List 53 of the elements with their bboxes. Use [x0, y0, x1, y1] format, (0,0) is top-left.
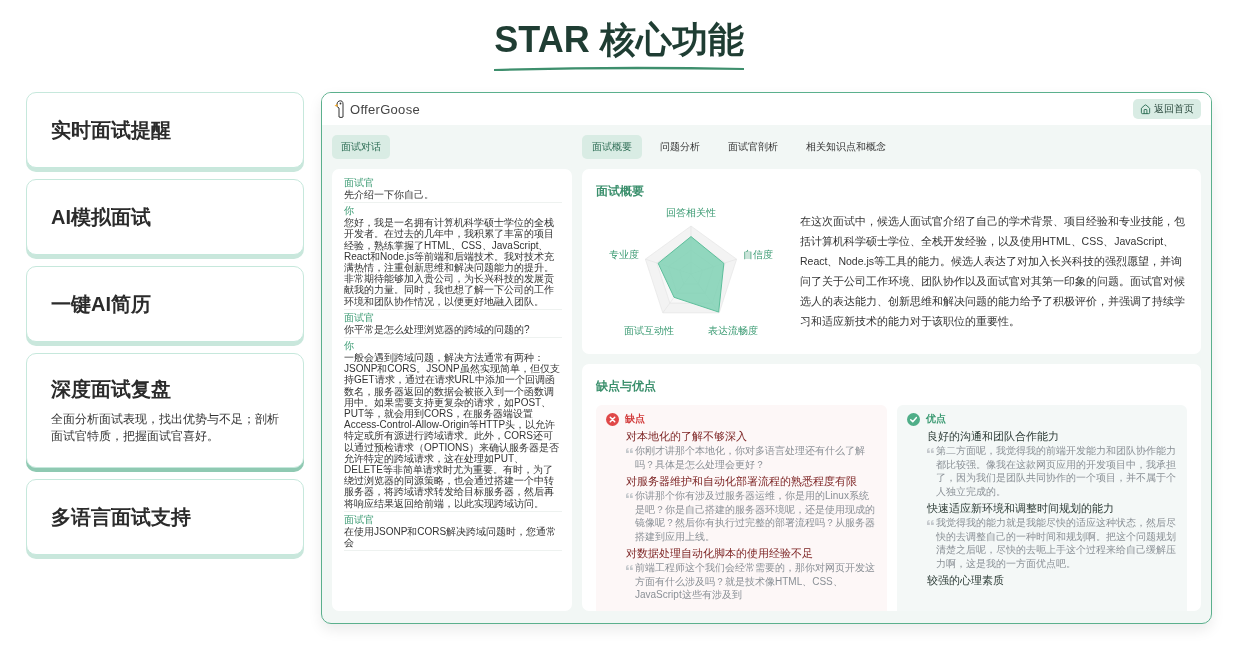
speaker-name: 你 — [344, 340, 355, 353]
summary-text: 在这次面试中，候选人面试官介绍了自己的学术背景、项目经验和专业技能，包括计算机科学硕士学位、全栈开发经验，以及使用HTML、CSS、JavaScript、React、Node.js等工具的能力。候选人表达了对加入长兴科技的强烈愿望，并询问了关于公司工作环境、团队协作以及面试官对其第一印象的问题。面试官对候选人的表达能力、创新思维和解决问题的能力给予了积极评价，并强调了持续学习和适应新技术的能力对于该职位的重要性。 — [800, 214, 1186, 329]
feature-title: AI模拟面试 — [51, 204, 152, 230]
home-button[interactable]: 返回首页 — [1133, 99, 1201, 119]
chat-message: 你平常是怎么处理浏览器的跨域的问题的? — [344, 323, 531, 336]
quote-icon — [626, 448, 633, 453]
axis-label: 自信度 — [743, 249, 773, 260]
axis-label: 表达流畅度 — [708, 325, 758, 336]
quote-icon — [926, 448, 934, 453]
tab[interactable]: 问题分析 — [650, 135, 710, 159]
feature-title: 一键AI简历 — [51, 291, 152, 317]
speaker-name: 面试官 — [344, 311, 375, 324]
quote-text: 你刚才讲那个本地化，你对多语言处理还有什么了解吗？具体是怎么处理会更好？ — [635, 444, 866, 471]
feature-title: 多语言面试支持 — [51, 504, 192, 530]
quote-text: 前端工程师这个我们会经常需要的，那你对网页开发这方面有什么涉及吗？就是技术像HTML、CSS、JavaScript这些有涉及到 — [635, 561, 876, 602]
quote-icon — [926, 520, 934, 525]
point-title: 对数据处理自动化脚本的使用经验不足 — [626, 546, 814, 561]
point-title: 对本地化的了解不够深入 — [626, 429, 748, 444]
quote-text: 你讲那个你有涉及过服务器运维，你是用的Linux系统是吧？你是自己搭建的服务器环境呢，还是使用现成的镜像呢？然后你有执行过完整的部署流程吗？从服务器搭建到应用上线。 — [635, 489, 876, 543]
tab[interactable]: 面试概要 — [582, 135, 642, 159]
feature-title: 实时面试提醒 — [51, 117, 172, 143]
point-title: 快速适应新环境和调整时间规划的能力 — [926, 501, 1115, 516]
error-icon — [606, 413, 619, 426]
quote-text: 第二方面呢，我觉得我的前端开发能力和团队协作能力都比较强。像我在这款网页应用的开发项目中，我承担了，因为我们是团队共同协作的一个项目，并不属于个人独立完成的。 — [935, 444, 1177, 498]
chat-tab[interactable]: 面试对话 — [332, 135, 390, 159]
point-title: 良好的沟通和团队合作能力 — [926, 429, 1060, 444]
logo-text: OfferGoose — [350, 101, 420, 117]
feature-title: 深度面试复盘 — [51, 377, 172, 402]
chat-message: 在使用JSONP和CORS解决跨域问题时，您通常会 — [344, 525, 558, 549]
tab[interactable]: 面试官剖析 — [718, 135, 788, 159]
home-icon — [1140, 103, 1151, 115]
check-icon — [906, 413, 920, 426]
chat-message: 一般会遇到跨域问题，解决方法通常有两种：JSONP和CORS。JSONP虽然实现简单，但仅支持GET请求，通过在请求URL中添加一个回调函数名，服务器返回的数据会被嵌入到一个函数调用中。如果需要支持更复杂的请求，如POST、PUT等，就会用到CORS，在服务器端设置Access-Control-Allow-Origin等HTTP头，以允许特定或所有源进行跨域请求。此外，CORS还可以通过预检请求（OPTIONS）来确认服务器是否允许特定的跨域请求，这在处理如PUT、DELETE等非简单请求时尤为重要。有时，为了绕过浏览器的同源策略，也会通过搭建一个中转服务器，将跨域请求转发给目标服务器，然后再将响应结果返回给前端，以此实现跨域访问。 — [344, 352, 561, 509]
point-title: 较强的心理素质 — [926, 573, 1005, 588]
speaker-name: 面试官 — [344, 177, 375, 189]
quote-icon — [626, 493, 633, 498]
tab[interactable]: 相关知识点和概念 — [796, 135, 896, 159]
axis-label: 面试互动性 — [624, 325, 674, 336]
chat-message: 您好，我是一名拥有计算机科学硕士学位的全栈开发者。在过去的几年中，我积累了丰富的项目经验，熟练掌握了HTML、CSS、JavaScript、React和Node.js等前端和后端技术。我对技术充满热情，注重创新思维和解决问题能力的提升。非常期待能够加入贵公司，为长兴科技的发展贡献我的力量。同时，我也想了解一下公司的工作环境和团队协作情况，以便更好地融入团队。 — [344, 217, 556, 307]
quote-text: 我觉得我的能力就是我能尽快的适应这种状态，然后尽快的去调整自己的一种时间和规划啊。把这个问题规划清楚之后呢，尽快的去呃上手这个过程来给自己缓解压力啊，这是我的一方面优点吧。 — [935, 516, 1177, 570]
feature-description: 全面分析面试表现，找出优势与不足；剖析面试官特质，把握面试官喜好。 — [51, 411, 279, 445]
page-title: STAR 核心功能 — [494, 18, 744, 62]
quote-icon — [626, 565, 633, 570]
axis-label: 专业度 — [609, 249, 639, 260]
chat-message: 先介绍一下你自己。 — [344, 189, 435, 201]
card-title: 缺点与优点 — [596, 378, 657, 395]
panel-label: 优点 — [925, 413, 946, 426]
axis-label: 回答相关性 — [666, 207, 716, 218]
point-title: 对服务器维护和自动化部署流程的熟悉程度有限 — [626, 474, 858, 489]
speaker-name: 你 — [344, 205, 355, 218]
card-title: 面试概要 — [596, 183, 645, 200]
speaker-name: 面试官 — [344, 513, 375, 526]
panel-label: 缺点 — [625, 413, 645, 426]
